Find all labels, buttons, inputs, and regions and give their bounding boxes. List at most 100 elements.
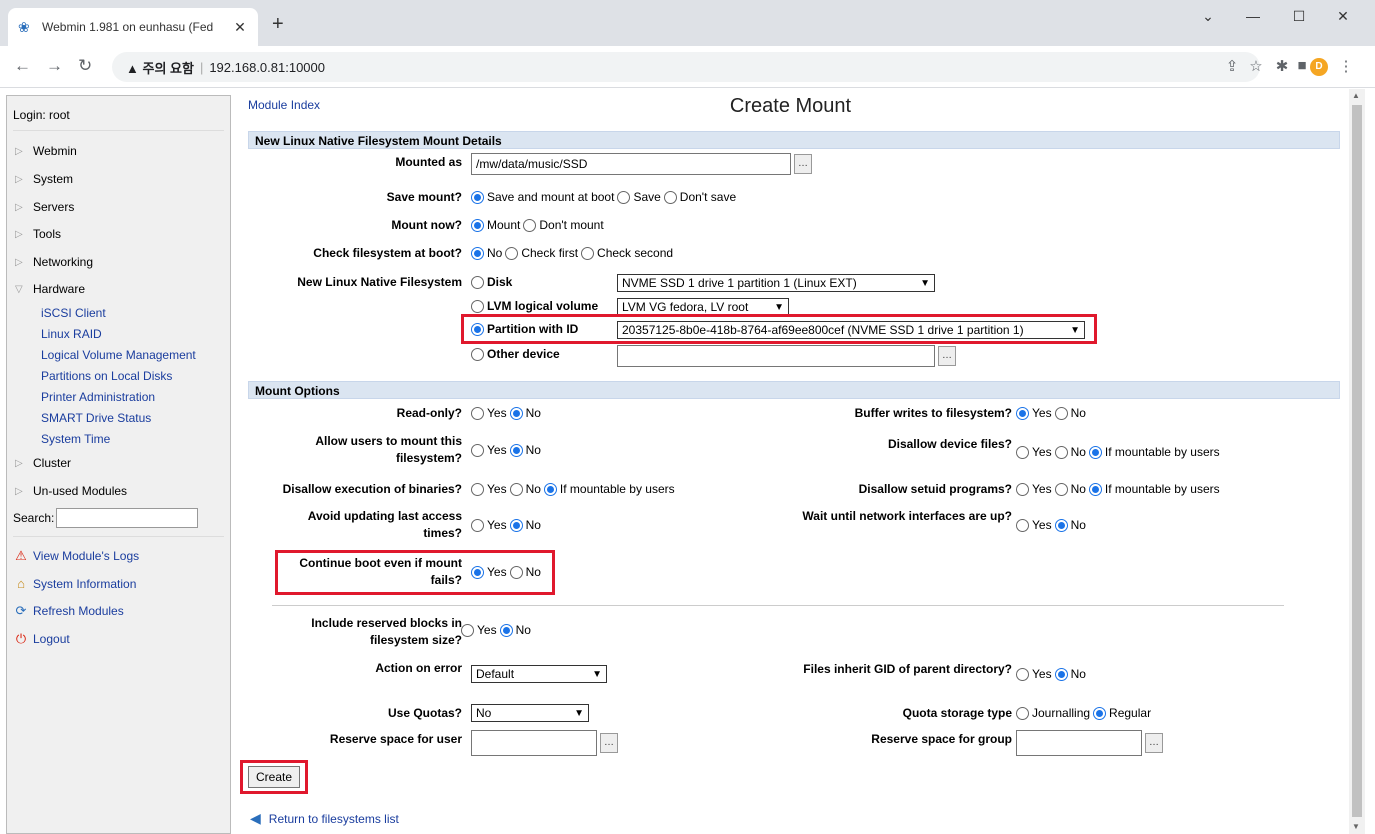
- scrollbar-thumb[interactable]: [1352, 105, 1362, 817]
- sidebar-subitem[interactable]: iSCSI Client: [41, 306, 106, 320]
- radio-check-no[interactable]: [471, 246, 484, 260]
- reserve-user-input[interactable]: [471, 730, 597, 756]
- system-information-link[interactable]: ⌂ System Information: [13, 576, 136, 591]
- tab-search-icon[interactable]: ⌄: [1193, 8, 1223, 25]
- forward-icon[interactable]: →: [46, 56, 63, 76]
- radio-gid-no[interactable]: [1054, 667, 1068, 681]
- radio-suid-yes[interactable]: [1016, 482, 1029, 496]
- mounted-as-input[interactable]: [471, 153, 791, 175]
- other-device-input[interactable]: [617, 345, 935, 367]
- radio-wait-no[interactable]: [1054, 518, 1068, 532]
- radio-dev-no[interactable]: [1054, 445, 1068, 459]
- sidebar-subitem[interactable]: Linux RAID: [41, 327, 102, 341]
- sidebar-item-hardware[interactable]: ▽ Hardware: [15, 282, 85, 296]
- radio-reserved-no[interactable]: [499, 623, 513, 637]
- search-input[interactable]: [56, 508, 199, 528]
- radio-save-and-mount[interactable]: [471, 190, 484, 204]
- radio-dont-save[interactable]: [663, 190, 677, 204]
- refresh-modules-link[interactable]: ⟳ Refresh Modules: [13, 603, 124, 619]
- radio-readonly-no[interactable]: [509, 406, 523, 420]
- radio-suid-if-mountable[interactable]: [1088, 482, 1102, 496]
- radio-exec-no[interactable]: [509, 482, 523, 496]
- url-text[interactable]: 192.168.0.81:10000: [209, 60, 325, 75]
- sidebar-subitem[interactable]: System Time: [41, 432, 110, 446]
- radio-check-first[interactable]: [505, 246, 519, 260]
- create-button[interactable]: Create: [248, 766, 300, 788]
- mount-browse-button[interactable]: …: [794, 154, 812, 174]
- sidebar-item-tools[interactable]: ▷ Tools: [15, 227, 61, 241]
- sidebar-subitem[interactable]: Partitions on Local Disks: [41, 369, 172, 383]
- buffer-writes-label: Buffer writes to filesystem?: [854, 406, 1012, 420]
- browser-tab[interactable]: ❀ Webmin 1.981 on eunhasu (Fed ✕: [8, 8, 258, 46]
- radio-quota-regular[interactable]: [1093, 706, 1107, 720]
- extensions-icon[interactable]: ✱: [1272, 57, 1292, 75]
- new-tab-button[interactable]: +: [272, 14, 284, 34]
- address-bar[interactable]: ▲ 주의 요함 | 192.168.0.81:10000: [112, 52, 1260, 82]
- radio-readonly-yes[interactable]: [471, 406, 484, 420]
- radio-continue-no[interactable]: [509, 565, 523, 579]
- radio-atime-yes[interactable]: [471, 518, 484, 532]
- reserve-group-input[interactable]: [1016, 730, 1142, 756]
- sidebar-subitem[interactable]: Logical Volume Management: [41, 348, 196, 362]
- scroll-down-icon[interactable]: ▼: [1352, 822, 1360, 831]
- share-icon[interactable]: ⇪: [1222, 57, 1242, 75]
- sidebar-item-servers[interactable]: ▷ Servers: [15, 200, 74, 214]
- security-warning[interactable]: ▲ 주의 요함: [126, 58, 194, 77]
- star-icon[interactable]: ☆: [1246, 57, 1266, 75]
- vertical-scrollbar[interactable]: ▲ ▼: [1349, 89, 1365, 834]
- radio-dev-yes[interactable]: [1016, 445, 1029, 459]
- other-device-browse-button[interactable]: …: [938, 346, 956, 366]
- scroll-up-icon[interactable]: ▲: [1352, 91, 1360, 100]
- close-tab-icon[interactable]: ✕: [232, 19, 248, 36]
- radio-buffer-no[interactable]: [1054, 406, 1068, 420]
- radio-allow-users-yes[interactable]: [471, 443, 484, 457]
- return-link[interactable]: ◀ Return to filesystems list: [250, 810, 399, 827]
- sidebar-item-system[interactable]: ▷ System: [15, 172, 73, 186]
- radio-exec-yes[interactable]: [471, 482, 484, 496]
- maximize-button[interactable]: ☐: [1284, 8, 1314, 25]
- radio-exec-if-mountable[interactable]: [543, 482, 557, 496]
- view-logs-link[interactable]: ⚠ View Module's Logs: [13, 548, 139, 564]
- sidebar-item-unused-modules[interactable]: ▷ Un-used Modules: [15, 484, 127, 498]
- radio-quota-journalling[interactable]: [1016, 706, 1029, 720]
- sidebar-item-webmin[interactable]: ▷ Webmin: [15, 144, 77, 158]
- radio-other-device[interactable]: [471, 347, 484, 361]
- radio-suid-no[interactable]: [1054, 482, 1068, 496]
- partition-id-select[interactable]: 20357125-8b0e-418b-8764-af69ee800cef (NV…: [617, 321, 1085, 339]
- radio-allow-users-no[interactable]: [509, 443, 523, 457]
- back-icon[interactable]: ←: [14, 56, 31, 76]
- reserve-user-browse-button[interactable]: …: [600, 733, 618, 753]
- radio-buffer-yes[interactable]: [1016, 406, 1029, 420]
- radio-save[interactable]: [617, 190, 631, 204]
- minimize-button[interactable]: —: [1238, 8, 1268, 24]
- disk-select[interactable]: NVME SSD 1 drive 1 partition 1 (Linux EX…: [617, 274, 935, 292]
- sidebar-subitem[interactable]: SMART Drive Status: [41, 411, 151, 425]
- menu-icon[interactable]: ⋮: [1336, 57, 1356, 75]
- logout-link[interactable]: ⏻ Logout: [13, 631, 70, 647]
- radio-atime-no[interactable]: [509, 518, 523, 532]
- close-window-button[interactable]: ✕: [1328, 8, 1358, 25]
- action-error-select[interactable]: Default ▼: [471, 665, 607, 683]
- radio-wait-yes[interactable]: [1016, 518, 1029, 532]
- radio-gid-yes[interactable]: [1016, 667, 1029, 681]
- radio-disk[interactable]: [471, 275, 484, 289]
- radio-lvm[interactable]: [471, 299, 484, 313]
- radio-check-second[interactable]: [581, 246, 595, 260]
- option-label: No: [1070, 482, 1086, 496]
- reload-icon[interactable]: ↻: [78, 56, 92, 76]
- radio-continue-yes[interactable]: [471, 565, 484, 579]
- use-quotas-select[interactable]: No ▼: [471, 704, 589, 722]
- radio-mount[interactable]: [471, 218, 484, 232]
- sidebar-item-networking[interactable]: ▷ Networking: [15, 255, 93, 269]
- sidebar-item-cluster[interactable]: ▷ Cluster: [15, 456, 71, 470]
- sidepanel-icon[interactable]: ■: [1292, 57, 1312, 74]
- radio-dev-if-mountable[interactable]: [1088, 445, 1102, 459]
- reserve-group-browse-button[interactable]: …: [1145, 733, 1163, 753]
- sidebar-subitem[interactable]: Printer Administration: [41, 390, 155, 404]
- select-value: Default: [476, 667, 515, 681]
- radio-reserved-yes[interactable]: [461, 623, 474, 637]
- select-value: No: [476, 706, 492, 720]
- profile-avatar[interactable]: D: [1310, 58, 1328, 76]
- radio-partition-id[interactable]: [471, 322, 484, 336]
- radio-dont-mount[interactable]: [523, 218, 537, 232]
